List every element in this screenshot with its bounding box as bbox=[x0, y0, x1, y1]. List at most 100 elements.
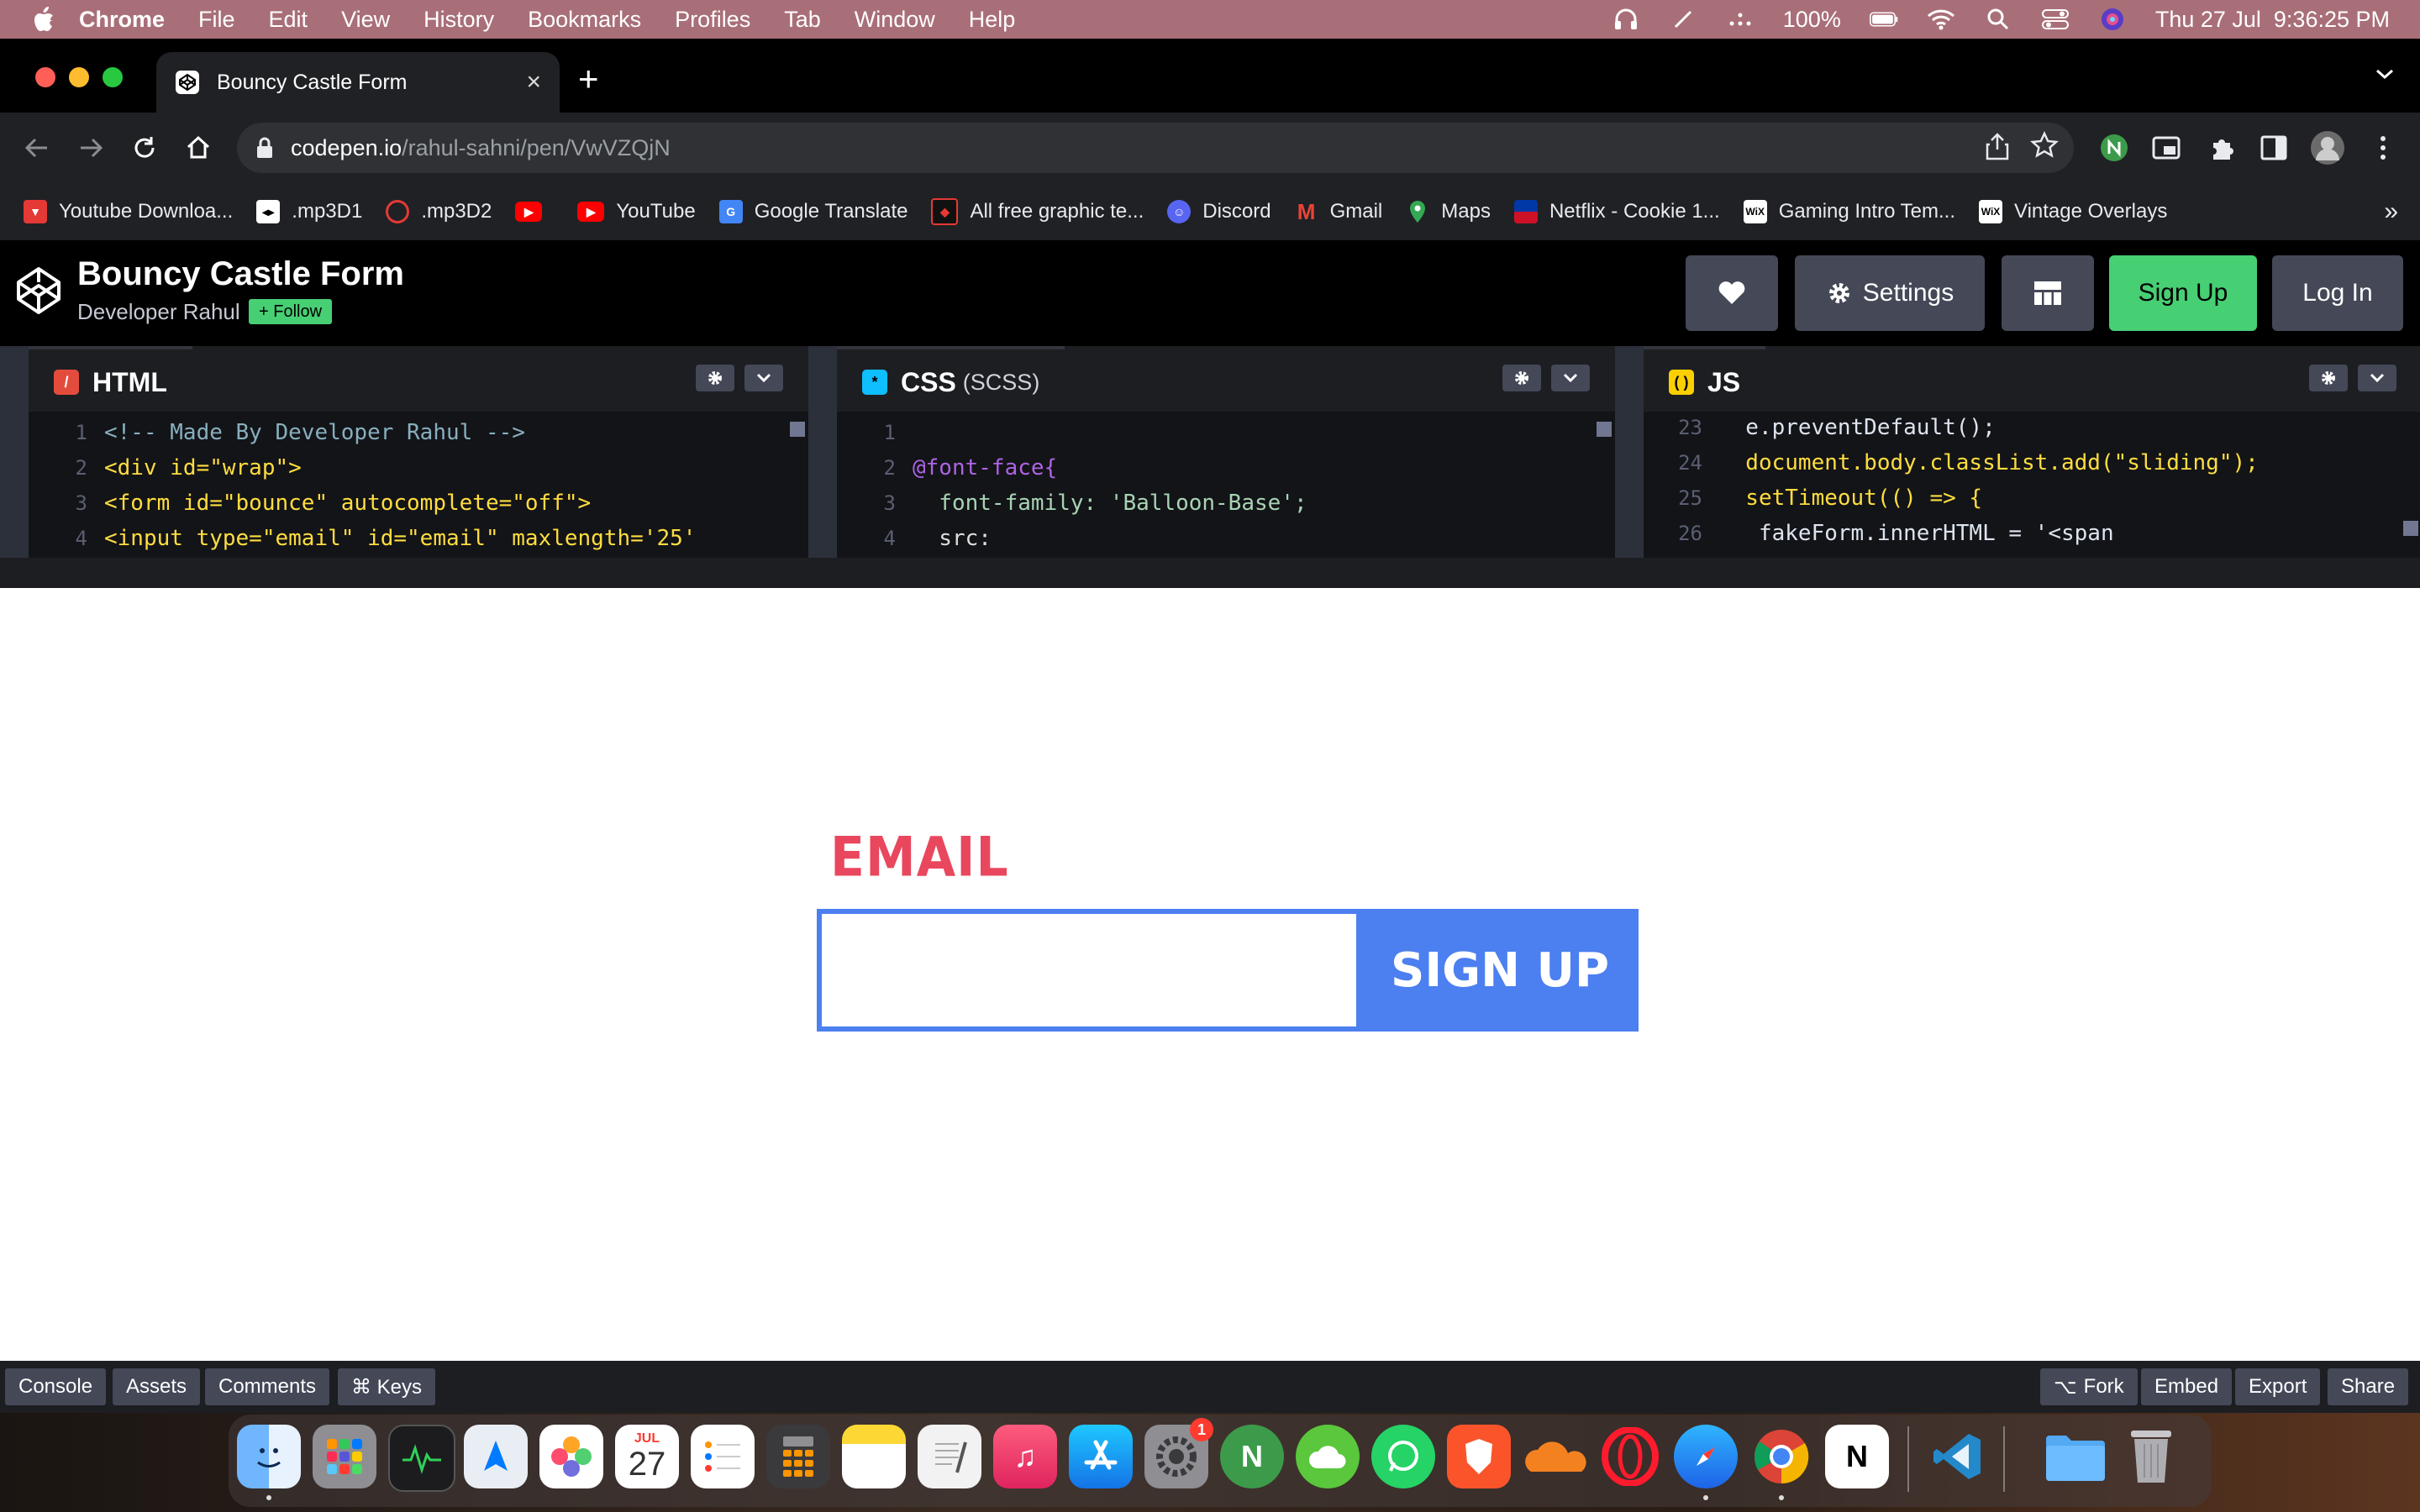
bookmark-maps[interactable]: Maps bbox=[1406, 200, 1491, 223]
dots-icon[interactable] bbox=[1726, 7, 1754, 32]
bookmark-youtube-unlabeled[interactable]: ▶ bbox=[515, 202, 554, 222]
apple-menu-icon[interactable] bbox=[32, 6, 55, 33]
window-close-button[interactable] bbox=[35, 67, 55, 87]
notion-icon[interactable]: N bbox=[1825, 1425, 1889, 1488]
bookmark-netflix-cookie[interactable]: Netflix - Cookie 1... bbox=[1513, 200, 1720, 223]
finder-icon[interactable] bbox=[237, 1425, 301, 1488]
calculator-icon[interactable] bbox=[766, 1425, 830, 1488]
battery-icon[interactable] bbox=[1869, 7, 1898, 32]
notes-icon[interactable] bbox=[842, 1425, 906, 1488]
chrome-icon[interactable] bbox=[1749, 1425, 1813, 1488]
codepen-logo-icon[interactable] bbox=[13, 265, 64, 316]
bookmark-vintage-overlays[interactable]: WiX Vintage Overlays bbox=[1979, 200, 2167, 223]
home-icon[interactable] bbox=[182, 131, 215, 165]
address-bar[interactable]: codepen.io/rahul-sahni/pen/VwVZQjN bbox=[237, 123, 2074, 173]
photos-icon[interactable] bbox=[539, 1425, 603, 1488]
forward-arrow-icon[interactable] bbox=[74, 131, 108, 165]
menu-help[interactable]: Help bbox=[969, 7, 1016, 33]
activity-monitor-icon[interactable] bbox=[388, 1425, 455, 1492]
export-button[interactable]: Export bbox=[2235, 1368, 2321, 1405]
editor-collapse-button[interactable] bbox=[2358, 365, 2396, 391]
preview-signup-button[interactable]: SIGN UP bbox=[1361, 909, 1639, 1032]
launchpad-icon[interactable] bbox=[313, 1425, 376, 1488]
editor-settings-button[interactable] bbox=[1502, 365, 1541, 391]
editor-scrollbar[interactable] bbox=[1597, 422, 1612, 437]
email-input[interactable] bbox=[817, 909, 1361, 1032]
back-arrow-icon[interactable] bbox=[20, 131, 54, 165]
menubar-datetime[interactable]: Thu 27 Jul 9:36:25 PM bbox=[2155, 7, 2390, 33]
new-tab-button[interactable]: + bbox=[578, 61, 599, 97]
cloud-upload-icon[interactable] bbox=[1296, 1425, 1360, 1488]
editor-settings-button[interactable] bbox=[696, 365, 734, 391]
app-store-icon[interactable] bbox=[1069, 1425, 1133, 1488]
love-button[interactable] bbox=[1686, 255, 1778, 331]
menu-edit[interactable]: Edit bbox=[269, 7, 308, 33]
bookmark-discord[interactable]: ☺ Discord bbox=[1167, 200, 1271, 223]
menu-profiles[interactable]: Profiles bbox=[675, 7, 750, 33]
profile-avatar[interactable] bbox=[2309, 129, 2346, 166]
preview-resize-handle[interactable] bbox=[0, 558, 2420, 588]
editor-resizer[interactable] bbox=[808, 346, 837, 558]
calendar-icon[interactable]: JUL 27 bbox=[615, 1425, 679, 1488]
reload-icon[interactable] bbox=[128, 131, 161, 165]
music-icon[interactable]: ♫ bbox=[993, 1425, 1057, 1488]
safari-icon[interactable] bbox=[1674, 1425, 1738, 1488]
bookmarks-overflow-chevron-icon[interactable]: » bbox=[2384, 197, 2398, 226]
settings-button[interactable]: Settings bbox=[1795, 255, 1985, 331]
bookmark-google-translate[interactable]: G Google Translate bbox=[718, 200, 908, 223]
siri-icon[interactable] bbox=[2098, 7, 2127, 32]
tab-js[interactable]: ( ) JS bbox=[1644, 346, 1766, 415]
control-center-icon[interactable] bbox=[2041, 7, 2070, 32]
picture-in-picture-icon[interactable] bbox=[2148, 129, 2185, 166]
html-code-area[interactable]: 1 <!-- Made By Developer Rahul --> 2 <div … bbox=[29, 412, 808, 558]
tab-html[interactable]: / HTML bbox=[29, 346, 192, 415]
whatsapp-icon[interactable] bbox=[1371, 1425, 1435, 1488]
css-code-area[interactable]: 1 2 @font-face{ 3 font-family: 'Balloon-B… bbox=[837, 412, 1615, 558]
spotlight-search-icon[interactable] bbox=[1984, 7, 2012, 32]
tab-css[interactable]: * CSS (SCSS) bbox=[837, 346, 1065, 415]
bookmark-star-icon[interactable] bbox=[2030, 131, 2059, 167]
kebab-menu-icon[interactable] bbox=[2365, 129, 2402, 166]
downloads-folder-icon[interactable] bbox=[2044, 1425, 2107, 1488]
assets-button[interactable]: Assets bbox=[113, 1368, 201, 1405]
bookmark-graphic-templates[interactable]: ◆ All free graphic te... bbox=[931, 198, 1144, 225]
brave-icon[interactable] bbox=[1447, 1425, 1511, 1488]
editor-resizer[interactable] bbox=[1615, 346, 1644, 558]
bookmark-mp3d1[interactable]: ◂▸ .mp3D1 bbox=[256, 200, 362, 223]
wifi-icon[interactable] bbox=[1927, 7, 1955, 32]
menu-window[interactable]: Window bbox=[855, 7, 935, 33]
pen-author[interactable]: Developer Rahul bbox=[77, 299, 240, 325]
menu-file[interactable]: File bbox=[198, 7, 235, 33]
bookmark-youtube[interactable]: ▶ YouTube bbox=[577, 200, 696, 223]
reminders-icon[interactable] bbox=[691, 1425, 755, 1488]
editor-collapse-button[interactable] bbox=[744, 365, 783, 391]
editor-scrollbar[interactable] bbox=[2403, 521, 2418, 536]
window-minimize-button[interactable] bbox=[69, 67, 89, 87]
lock-icon[interactable] bbox=[255, 136, 274, 160]
bookmark-gmail[interactable]: M Gmail bbox=[1295, 199, 1383, 224]
embed-button[interactable]: Embed bbox=[2141, 1368, 2233, 1405]
window-zoom-button[interactable] bbox=[103, 67, 123, 87]
menu-history[interactable]: History bbox=[424, 7, 494, 33]
cloudflare-warp-icon[interactable] bbox=[1523, 1425, 1586, 1488]
editor-scrollbar[interactable] bbox=[790, 422, 805, 437]
change-view-button[interactable] bbox=[2002, 255, 2094, 331]
share-button[interactable]: Share bbox=[2328, 1368, 2409, 1405]
textedit-icon[interactable] bbox=[918, 1425, 981, 1488]
console-button[interactable]: Console bbox=[5, 1368, 107, 1405]
comments-button[interactable]: Comments bbox=[205, 1368, 330, 1405]
bookmark-mp3d2[interactable]: .mp3D2 bbox=[386, 200, 492, 223]
pen-title[interactable]: Bouncy Castle Form bbox=[77, 255, 404, 293]
editor-settings-button[interactable] bbox=[2309, 365, 2348, 391]
js-code-area[interactable]: 23 e.preventDefault(); 24 document.body.… bbox=[1644, 412, 2420, 558]
editor-collapse-button[interactable] bbox=[1551, 365, 1590, 391]
fork-button[interactable]: ⌥ Fork bbox=[2040, 1368, 2138, 1405]
tab-search-chevron-icon[interactable] bbox=[2375, 67, 2395, 85]
extensions-puzzle-icon[interactable] bbox=[2203, 129, 2240, 166]
bookmark-gaming-intro[interactable]: WiX Gaming Intro Tem... bbox=[1743, 200, 1955, 223]
share-icon[interactable] bbox=[1985, 131, 2010, 167]
trash-icon[interactable] bbox=[2119, 1425, 2183, 1488]
vscode-icon[interactable] bbox=[1926, 1425, 1990, 1488]
menu-bookmarks[interactable]: Bookmarks bbox=[528, 7, 641, 33]
pen-icon[interactable] bbox=[1669, 7, 1697, 32]
